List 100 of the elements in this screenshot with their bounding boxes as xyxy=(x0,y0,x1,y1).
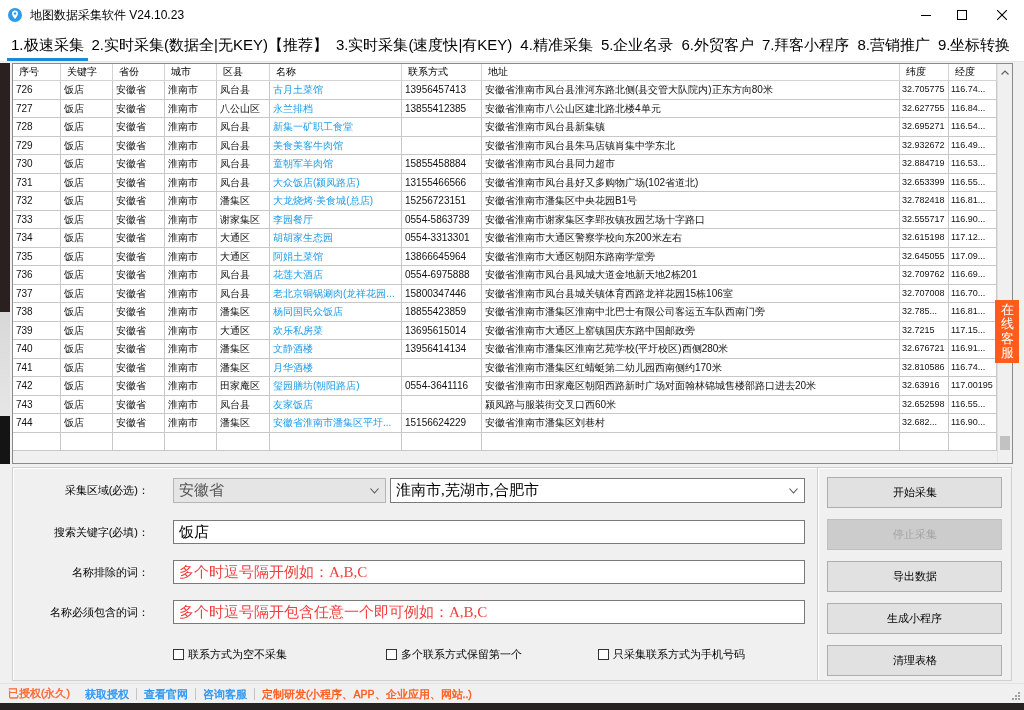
name-link[interactable]: 欢乐私房菜 xyxy=(273,324,323,336)
table-cell: 安徽省 xyxy=(113,377,165,396)
exclude-words-field[interactable]: 多个时逗号隔开例如：A,B,C xyxy=(173,560,805,584)
table-cell: 凤台县 xyxy=(217,118,270,137)
checkbox[interactable] xyxy=(386,649,397,660)
table-cell: 潘集区 xyxy=(217,340,270,359)
name-link[interactable]: 永兰排档 xyxy=(273,102,313,114)
table-cell: 安徽省淮南市凤台县淮河东路北侧(县交管大队院内)正东方向80米 xyxy=(482,81,900,100)
name-link[interactable]: 美食美客牛肉馆 xyxy=(273,139,343,151)
table-cell: 744 xyxy=(13,414,61,433)
table-cell: 淮南市 xyxy=(165,81,217,100)
city-dropdown[interactable]: 淮南市,芜湖市,合肥市 xyxy=(390,478,805,503)
name-link[interactable]: 友家饭店 xyxy=(273,398,313,410)
table-cell: 安徽省淮南市凤台县凤城大道金地新天地2栋201 xyxy=(482,266,900,285)
table-cell: 凤台县 xyxy=(217,266,270,285)
name-link[interactable]: 安徽省淮南市潘集区平圩... xyxy=(273,417,392,428)
table-cell: 淮南市 xyxy=(165,155,217,174)
table-cell: 32.695271 xyxy=(900,118,949,137)
name-link[interactable]: 月华酒楼 xyxy=(273,361,313,373)
table-cell: 738 xyxy=(13,303,61,322)
tab[interactable]: 3.实时采集(速度快|有KEY) xyxy=(331,30,517,61)
license-status: 已授权(永久) xyxy=(8,686,70,701)
table-cell: 凤台县 xyxy=(217,155,270,174)
table-cell: 饭店 xyxy=(61,81,113,100)
table-cell: 安徽省淮南市大通区警察学校向东200米左右 xyxy=(482,229,900,248)
tab[interactable]: 5.企业名录 xyxy=(596,30,678,61)
tab[interactable]: 8.营销推广 xyxy=(853,30,934,61)
field-label: 采集区域(必选)： xyxy=(63,483,149,498)
table-cell: 32.705775 xyxy=(900,81,949,100)
name-link[interactable]: 大众饭店(颍凤路店) xyxy=(273,176,360,188)
table-cell: 潘集区 xyxy=(217,192,270,211)
table-cell: 潘集区 xyxy=(217,303,270,322)
footer-link[interactable]: 获取授权 xyxy=(78,687,136,700)
include-words-field[interactable]: 多个时逗号隔开包含任意一个即可例如：A,B,C xyxy=(173,600,805,624)
table-cell: 饭店 xyxy=(61,303,113,322)
table-cell xyxy=(13,432,61,451)
field-label: 名称必须包含的词： xyxy=(49,604,149,620)
maximize-icon xyxy=(957,10,967,20)
footer-link[interactable]: 查看官网 xyxy=(136,687,195,700)
window-title: 地图数据采集软件 V24.10.23 xyxy=(30,6,186,24)
tab[interactable]: 6.外贸客户 xyxy=(677,30,758,61)
scroll-up-icon[interactable] xyxy=(1001,70,1009,75)
table-cell xyxy=(900,432,949,451)
checkbox[interactable] xyxy=(173,649,184,660)
table-cell: 淮南市 xyxy=(165,303,217,322)
tab[interactable]: 7.拜客小程序 xyxy=(757,30,854,61)
name-link[interactable]: 古月土菜馆 xyxy=(273,84,323,95)
name-link[interactable]: 老北京铜锅涮肉(龙祥花园... xyxy=(273,287,395,299)
vertical-scrollbar[interactable] xyxy=(997,64,1012,463)
table-cell: 32.709762 xyxy=(900,266,949,285)
table-cell: 18855423859 xyxy=(402,303,482,322)
footer-link[interactable]: 咨询客服 xyxy=(195,687,254,700)
table-cell: 13956457413 xyxy=(402,81,482,100)
checkbox-label: 多个联系方式保留第一个 xyxy=(401,647,522,662)
table-cell: 安徽省 xyxy=(113,81,165,100)
table-cell: 0554-6975888 xyxy=(402,266,482,285)
action-button[interactable]: 导出数据 xyxy=(827,561,1002,592)
tab[interactable]: 4.精准采集 xyxy=(516,30,597,61)
tab[interactable]: 2.实时采集(数据全|无KEY)【推荐】 xyxy=(87,30,332,61)
name-link[interactable]: 新集一矿职工食堂 xyxy=(273,121,353,132)
name-link[interactable]: 文静酒楼 xyxy=(273,343,313,354)
table-cell: 15156624229 xyxy=(402,414,482,433)
table-cell: 饭店 xyxy=(61,192,113,211)
name-link[interactable]: 大龙烧烤·美食城(总店) xyxy=(273,195,373,206)
name-link[interactable]: 杨同国民众饭店 xyxy=(273,306,343,317)
table-cell: 732 xyxy=(13,192,61,211)
table-cell: 安徽省淮南市凤台县新集镇 xyxy=(482,118,900,137)
table-cell: 32.785... xyxy=(900,303,949,322)
table-cell: 安徽省淮南市田家庵区朝阳西路新时广场对面翰林锦城售楼部路口进去20米 xyxy=(482,377,900,396)
table-cell: 饭店 xyxy=(61,229,113,248)
table-cell: 安徽省淮南市凤台县同力超市 xyxy=(482,155,900,174)
table-cell: 32.782418 xyxy=(900,192,949,211)
field-label: 名称排除的词： xyxy=(71,564,149,580)
keyword-field[interactable]: 饭店 xyxy=(173,520,805,544)
table-cell xyxy=(165,432,217,451)
table-cell: 32.682... xyxy=(900,414,949,433)
name-link[interactable]: 童朝军羊肉馆 xyxy=(273,158,333,169)
action-button[interactable]: 清理表格 xyxy=(827,645,1002,676)
table-cell: 13956414134 xyxy=(402,340,482,359)
scrollbar-thumb[interactable] xyxy=(1000,436,1010,450)
action-button[interactable]: 开始采集 xyxy=(827,477,1002,508)
name-link[interactable]: 花莲大酒店 xyxy=(273,269,323,280)
tab[interactable]: 9.坐标转换 xyxy=(933,30,1015,61)
name-link[interactable]: 阿娟土菜馆 xyxy=(273,250,323,262)
table-cell: 潘集区 xyxy=(217,414,270,433)
province-dropdown[interactable]: 安徽省 xyxy=(173,478,386,503)
table-cell xyxy=(217,432,270,451)
name-link[interactable]: 李园餐厅 xyxy=(273,213,313,225)
table-cell: 饭店 xyxy=(61,266,113,285)
table-cell xyxy=(113,432,165,451)
action-button[interactable]: 生成小程序 xyxy=(827,603,1002,634)
table-cell: 淮南市 xyxy=(165,414,217,433)
table-cell: 32.884719 xyxy=(900,155,949,174)
table-cell: 726 xyxy=(13,81,61,100)
name-link[interactable]: 胡胡家生态园 xyxy=(273,232,333,243)
checkbox[interactable] xyxy=(598,649,609,660)
table-cell: 淮南市 xyxy=(165,229,217,248)
table-cell: 736 xyxy=(13,266,61,285)
resize-grip-icon[interactable] xyxy=(1012,692,1020,700)
name-link[interactable]: 玺园膳坊(朝阳路店) xyxy=(273,380,360,391)
